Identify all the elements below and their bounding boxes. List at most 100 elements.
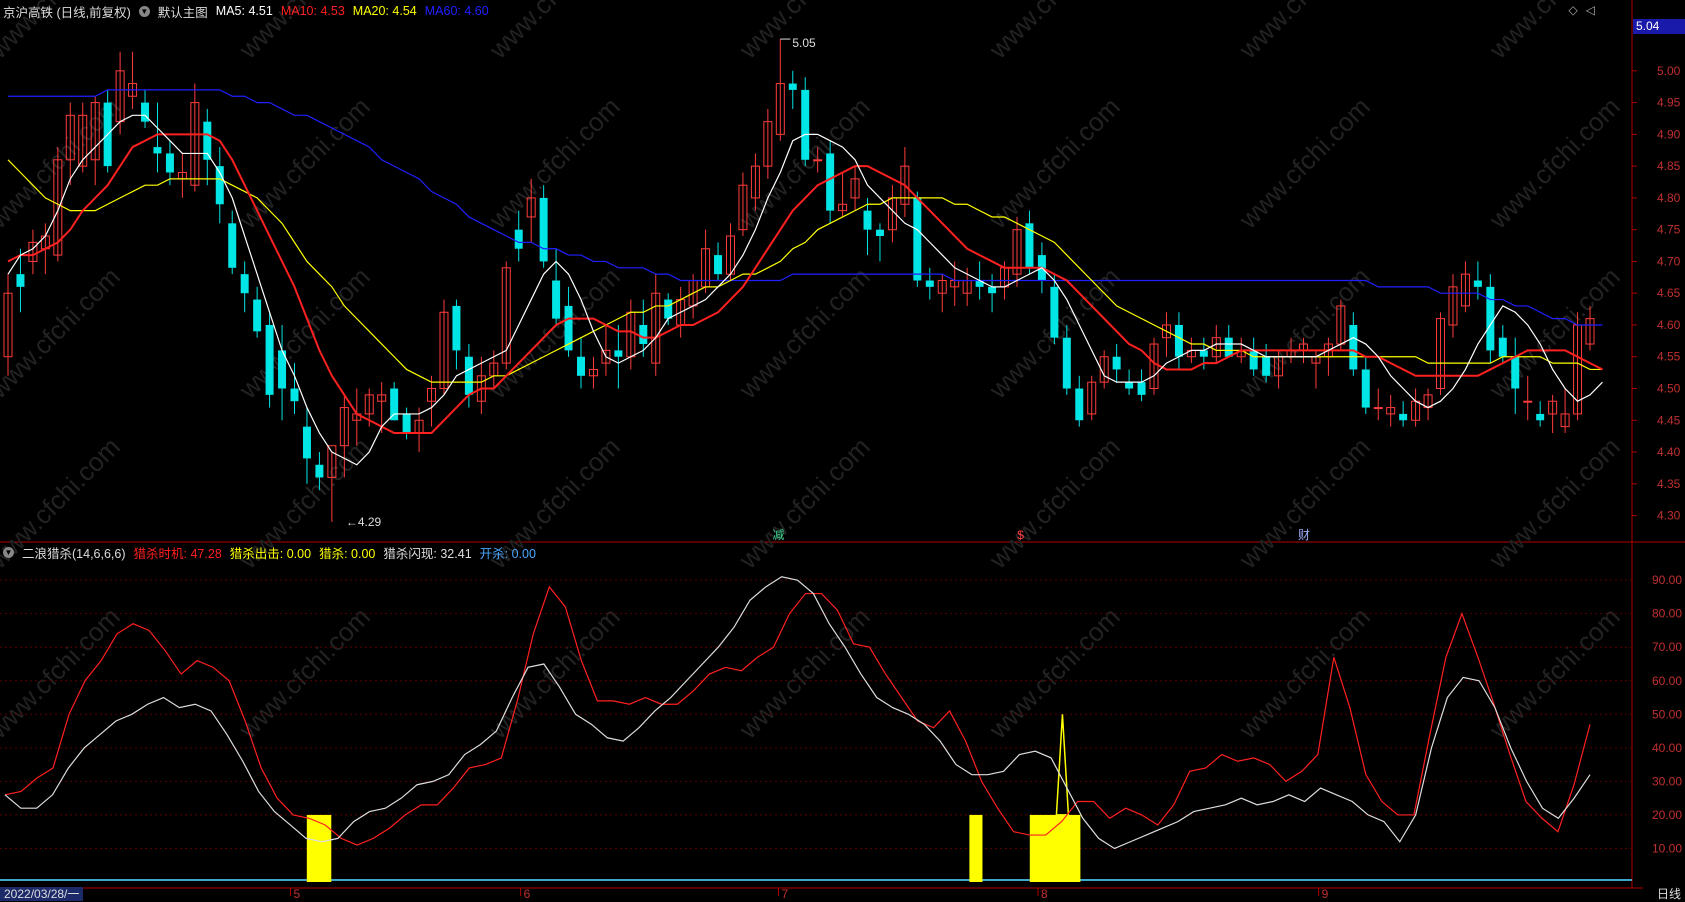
indicator-axis-label: 70.00	[1652, 640, 1682, 654]
candle-body-down	[514, 229, 523, 249]
diamond-icon[interactable]: ◇	[1569, 3, 1578, 17]
price-axis-label: 4.35	[1657, 477, 1681, 491]
ind-item-2-label: 猎杀:	[319, 546, 348, 561]
candle-body-up	[1373, 407, 1383, 410]
candle-body-down	[265, 324, 274, 395]
indicator-yellow-spike	[1055, 714, 1070, 816]
watermark-text: www.cfchi.com	[732, 601, 875, 744]
price-axis-label: 4.65	[1657, 286, 1681, 300]
candle-body-down	[290, 388, 299, 402]
ma60-legend: MA60: 4.60	[425, 4, 489, 18]
ind-item-1-label: 猎杀出击:	[229, 546, 284, 561]
ma20-label: MA20:	[352, 4, 389, 18]
candle-body-down	[1075, 388, 1084, 421]
watermark-text: www.cfchi.com	[982, 601, 1125, 744]
candle-body-down	[788, 83, 797, 90]
watermark-text: www.cfchi.com	[1482, 261, 1625, 404]
candle-body-down	[1498, 337, 1507, 357]
candle-body-down	[165, 153, 174, 173]
ind-item-0-value: 47.28	[190, 546, 222, 561]
indicator-header: ▼ 二浪猎杀(14,6,6,6) 猎杀时机: 47.28 猎杀出击: 0.00 …	[3, 543, 544, 561]
candle-body-down	[402, 413, 411, 433]
watermark-text: www.cfchi.com	[732, 431, 875, 574]
candle-body-down	[539, 197, 548, 262]
ind-item-0-label: 猎杀时机:	[133, 546, 187, 561]
watermark-text: www.cfchi.com	[482, 91, 625, 234]
ind-item-3-value: 32.41	[440, 546, 472, 561]
candle-body-down	[925, 280, 934, 287]
watermark-text: www.cfchi.com	[732, 261, 875, 404]
price-axis-label: 4.85	[1657, 159, 1681, 173]
candle-body-down	[1536, 413, 1545, 421]
candle-body-down	[1361, 369, 1370, 408]
candle-body-down	[1249, 350, 1258, 370]
ind-item-0: 猎杀时机: 47.28	[134, 543, 222, 562]
main-chart-header: 京沪高铁 (日线,前复权) ▼ 默认主图 MA5: 4.51 MA10: 4.5…	[3, 2, 497, 20]
watermark-text: www.cfchi.com	[982, 0, 1125, 65]
candle-body-down	[552, 280, 561, 319]
ind-item-4-label: 开杀:	[479, 546, 509, 561]
candle-body-down	[1125, 382, 1134, 389]
ind-item-4-value: 0.00	[511, 546, 536, 561]
candle-body-down	[302, 426, 311, 459]
candle-body-down	[1473, 280, 1482, 287]
watermark-text: www.cfchi.com	[1232, 0, 1375, 65]
candle-body-down	[1262, 356, 1271, 376]
candle-body-down	[664, 299, 673, 319]
candle-body-down	[1050, 286, 1059, 338]
candle-body-down	[1224, 337, 1233, 357]
candle-body-down	[826, 153, 835, 211]
ind-item-1: 猎杀出击: 0.00	[230, 543, 311, 562]
event-marker: 减	[772, 528, 784, 542]
low-annotation: ←4.29	[346, 515, 382, 529]
indicator-name[interactable]: 二浪猎杀(14,6,6,6)	[22, 543, 126, 562]
watermark-text: www.cfchi.com	[1232, 431, 1375, 574]
price-axis-label: 4.90	[1657, 127, 1681, 141]
watermark-text: www.cfchi.com	[482, 0, 625, 65]
month-label: 7	[781, 887, 788, 901]
watermark-text: www.cfchi.com	[0, 601, 126, 744]
indicator-yellow-bar	[969, 814, 983, 882]
price-axis-label: 4.45	[1657, 413, 1681, 427]
expand-icon[interactable]: ◁	[1586, 3, 1595, 17]
event-marker: 财	[1298, 528, 1310, 542]
chart-canvas[interactable]: www.cfchi.com www.cfchi.com www.cfchi.com w…	[0, 0, 1685, 902]
watermark-text: www.cfchi.com	[232, 261, 375, 404]
price-axis-label: 4.95	[1657, 96, 1681, 110]
candle-body-down	[464, 356, 473, 395]
watermark-text: www.cfchi.com	[1232, 601, 1375, 744]
date-cursor-label: 2022/03/28/一	[0, 887, 84, 901]
ma5-legend: MA5: 4.51	[216, 4, 273, 18]
ma10-label: MA10:	[280, 4, 317, 18]
watermark-text: www.cfchi.com	[1482, 601, 1625, 744]
candle-body-down	[1137, 382, 1146, 395]
ma60-label: MA60:	[424, 4, 461, 18]
candle-body-down	[452, 305, 461, 351]
month-label: 6	[524, 887, 531, 901]
candle-body-down	[1486, 286, 1495, 351]
candle-body-down	[315, 464, 324, 478]
watermark-text: www.cfchi.com	[232, 91, 375, 234]
indicator-yellow-bar	[306, 814, 332, 882]
main-chart-label[interactable]: 默认主图	[158, 2, 208, 21]
candle-body-down	[228, 223, 237, 268]
price-axis-label: 4.50	[1657, 382, 1681, 396]
indicator-settings-icon[interactable]: ▼	[3, 546, 14, 558]
candle-body-down	[253, 299, 262, 332]
indicator-axis-label: 60.00	[1652, 674, 1682, 688]
month-label: 9	[1322, 887, 1329, 901]
watermark-text: www.cfchi.com	[982, 91, 1125, 234]
candle-body-down	[1062, 337, 1071, 389]
indicator-axis-label: 50.00	[1652, 707, 1682, 721]
settings-icon[interactable]: ▼	[138, 5, 150, 17]
candle-body-down	[153, 147, 162, 154]
candle-body-down	[1349, 324, 1358, 370]
candle-body-down	[1511, 356, 1520, 389]
event-marker: $	[1017, 528, 1024, 542]
candle-body-down	[1199, 350, 1208, 357]
indicator-axis-label: 10.00	[1652, 841, 1682, 855]
ma20-value: 4.54	[392, 4, 417, 18]
period-selector[interactable]: 日线	[1642, 887, 1685, 901]
stock-title[interactable]: 京沪高铁 (日线,前复权)	[3, 2, 131, 21]
watermark-text: www.cfchi.com	[1482, 91, 1625, 234]
